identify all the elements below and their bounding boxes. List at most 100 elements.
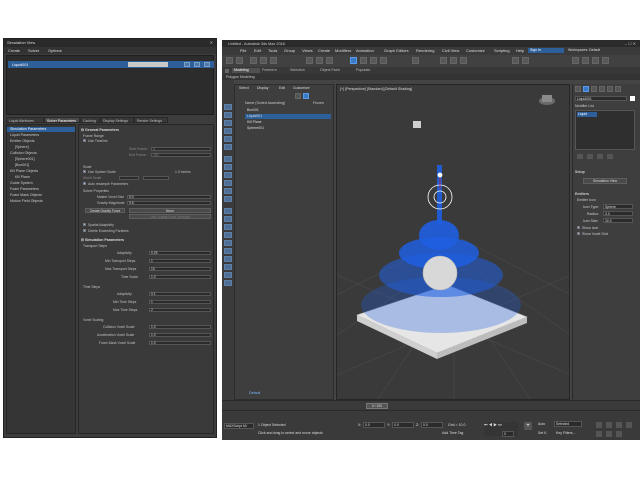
select-filter-icon[interactable] (303, 93, 309, 99)
tab-render-settings[interactable]: Render Settings (134, 117, 168, 123)
tree-item-guide-system[interactable]: Guide System (7, 181, 75, 186)
zoom-icon[interactable] (596, 422, 602, 428)
hierarchy-icon[interactable] (224, 120, 232, 126)
explorer-row-box001[interactable]: Box001 (245, 108, 331, 113)
gravity-node-picker[interactable]: None (129, 208, 211, 213)
link-icon[interactable] (250, 57, 257, 64)
filter-icon[interactable] (295, 93, 301, 99)
ribbon-tab-populate[interactable]: Populate (356, 68, 370, 72)
filter-hidden-icon[interactable] (224, 248, 232, 254)
menu-tools[interactable]: Tools (268, 48, 277, 53)
mirror-icon[interactable] (512, 57, 519, 64)
filter-geometry-icon[interactable] (224, 156, 232, 162)
window-controls-icon[interactable]: – ☐ ✕ (625, 41, 636, 46)
liquid-lock-icon[interactable] (194, 62, 200, 67)
create-gravity-button[interactable]: Create Gravity Force (85, 208, 125, 213)
explorer-tab-edit[interactable]: Edit (279, 86, 285, 90)
user-signin-button[interactable]: Sign In (528, 48, 564, 53)
align-icon[interactable] (522, 57, 529, 64)
tab-solver-parameters[interactable]: Solver Parameters (44, 117, 80, 123)
menu-file[interactable]: File (240, 48, 246, 53)
tree-item-foam-mask-objects[interactable]: Foam Mask Objects (7, 193, 75, 198)
add-time-tag[interactable]: Add Time Tag (442, 431, 463, 435)
explorer-frozen-header[interactable]: Frozen (313, 101, 324, 105)
min-time-steps-field[interactable]: 1 (149, 300, 211, 304)
ribbon-tab-object-paint[interactable]: Object Paint (320, 68, 340, 72)
ribbon-sub-label[interactable]: Polygon Modeling (226, 75, 255, 79)
filter-cameras-icon[interactable] (224, 180, 232, 186)
explorer-tab-display[interactable]: Display (257, 86, 268, 90)
auto-resample-checkbox[interactable] (83, 182, 86, 185)
hierarchy-tab-icon[interactable] (591, 86, 597, 92)
tree-item-foam-parameters[interactable]: Foam Parameters (7, 187, 75, 192)
render-icon[interactable] (602, 57, 609, 64)
utilities-icon[interactable] (224, 144, 232, 150)
select-by-name-icon[interactable] (316, 57, 323, 64)
tree-item-liquid-parameters[interactable]: Liquid Parameters (7, 133, 75, 138)
master-voxel-field[interactable]: 5.0 (127, 195, 211, 199)
undo-icon[interactable] (226, 57, 233, 64)
tab-display-settings[interactable]: Display Settings (100, 117, 134, 123)
menu-group[interactable]: Group (284, 48, 295, 53)
tree-item-motion-field-objects[interactable]: Motion Field Objects (7, 199, 75, 204)
rotate-icon[interactable] (360, 57, 367, 64)
tree-item-box001[interactable]: [Box001] (7, 163, 75, 168)
explorer-tab-customize[interactable]: Customize (293, 86, 310, 90)
tree-item-kill-plane[interactable]: Kill Plane (7, 175, 75, 180)
placement-icon[interactable] (380, 57, 387, 64)
ribbon-tab-freeform[interactable]: Freeform (262, 68, 277, 72)
menu-animation[interactable]: Animation (356, 48, 374, 53)
icon-size-field[interactable]: 30.0 (603, 218, 633, 223)
menu-customize[interactable]: Customize (466, 48, 485, 53)
filter-bones-icon[interactable] (224, 224, 232, 230)
start-frame-field[interactable]: 0 (151, 147, 211, 151)
icon-type-dropdown[interactable]: Sphere (603, 204, 633, 209)
tree-item-sphere001[interactable]: [Sphere001] (7, 157, 75, 162)
filter-containers-icon[interactable] (224, 232, 232, 238)
liquid-list-item[interactable]: Liquid001 (8, 61, 214, 68)
filter-lights-icon[interactable] (224, 172, 232, 178)
tab-liquid-attributes[interactable]: Liquid Attributes (6, 117, 44, 123)
menu-solver[interactable]: Solver (28, 48, 39, 53)
explorer-tab-select[interactable]: Select (239, 86, 249, 90)
show-end-result-icon[interactable] (587, 154, 593, 159)
end-frame-field[interactable]: 100 (151, 153, 211, 157)
auto-key-button[interactable]: Auto (538, 422, 545, 426)
angle-snap-icon[interactable] (450, 57, 457, 64)
use-gravity-node-button[interactable]: Use Gravity Node Strength (129, 214, 211, 219)
world-scale-unit-field[interactable] (143, 176, 169, 180)
current-frame-field[interactable]: 0 (502, 431, 514, 437)
maximize-viewport-icon[interactable] (616, 431, 622, 437)
tree-item-sphere[interactable]: [Sphere] (7, 145, 75, 150)
modify-tab-icon[interactable] (583, 86, 589, 92)
simulation-view-button[interactable]: Simulation View (583, 178, 627, 184)
use-timeline-checkbox[interactable] (83, 139, 86, 142)
menu-civil-view[interactable]: Civil View (442, 48, 459, 53)
menu-modifiers[interactable]: Modifiers (335, 48, 351, 53)
use-system-scale-checkbox[interactable] (83, 170, 86, 173)
motion-icon[interactable] (224, 128, 232, 134)
modify-icon[interactable] (224, 112, 232, 118)
explorer-row-kill-plane[interactable]: Kill Plane (245, 120, 331, 125)
percent-snap-icon[interactable] (460, 57, 467, 64)
fov-icon[interactable] (596, 431, 602, 437)
gravity-magnitude-field[interactable]: 9.8 (127, 201, 211, 205)
collision-voxel-field[interactable]: 1.0 (149, 325, 211, 329)
menu-help[interactable]: Help (516, 48, 524, 53)
display-tab-icon[interactable] (607, 86, 613, 92)
bind-spacewarp-icon[interactable] (270, 57, 277, 64)
set-key-button[interactable]: Set K. (538, 431, 548, 435)
scale-icon[interactable] (370, 57, 377, 64)
filter-groups-icon[interactable] (224, 208, 232, 214)
world-scale-field[interactable] (119, 176, 139, 180)
ribbon-tab-modeling[interactable]: Modeling (232, 68, 260, 73)
make-unique-icon[interactable] (597, 154, 603, 159)
menu-options[interactable]: Options (48, 48, 62, 53)
filter-invert-icon[interactable] (224, 272, 232, 278)
explorer-name-header[interactable]: Name (Sorted Ascending) (245, 101, 285, 105)
object-name-field[interactable]: Liquid001 (575, 96, 627, 101)
set-key-icon[interactable]: + (524, 422, 532, 430)
object-color-swatch[interactable] (630, 96, 635, 101)
modifier-list-dropdown[interactable]: Modifier List (575, 104, 594, 108)
adaptivity-field[interactable]: 0.25 (149, 251, 211, 255)
